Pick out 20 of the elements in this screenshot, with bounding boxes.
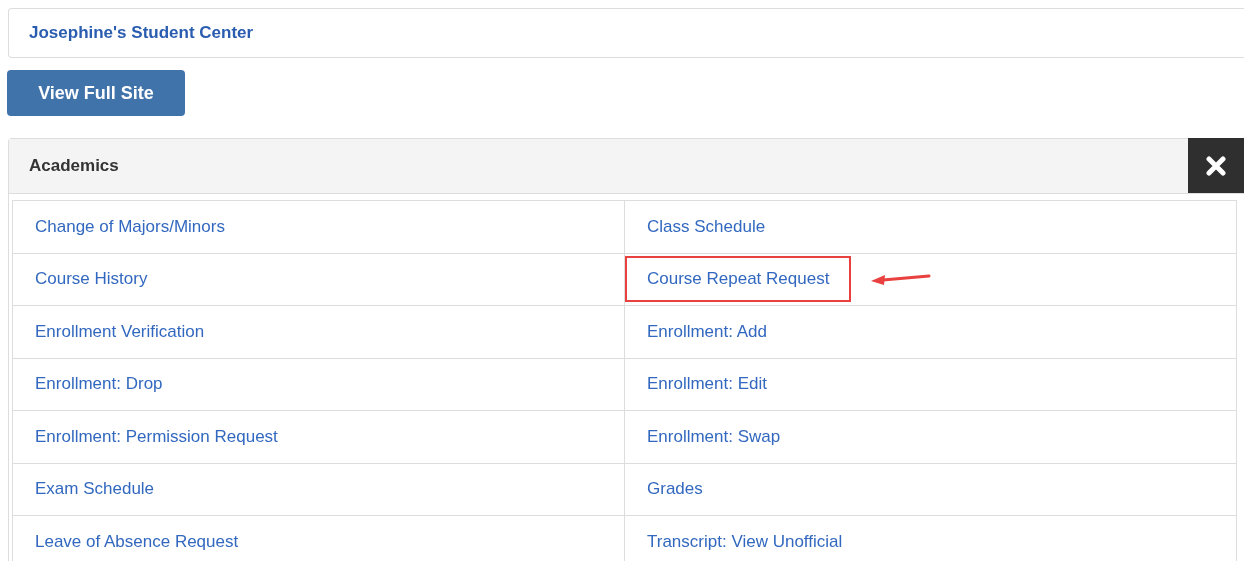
close-button[interactable] — [1188, 138, 1244, 193]
academics-link[interactable]: Course Repeat Request — [625, 256, 852, 303]
academics-link[interactable]: Change of Majors/Minors — [13, 203, 247, 250]
student-center-link[interactable]: Josephine's Student Center — [29, 23, 254, 43]
academics-link[interactable]: Enrollment Verification — [13, 308, 227, 355]
annotation-arrow — [869, 272, 932, 287]
academics-link[interactable]: Transcript: View Unofficial — [625, 518, 865, 561]
view-full-site-button[interactable]: View Full Site — [7, 70, 185, 116]
academics-link[interactable]: Grades — [625, 466, 725, 513]
academics-link[interactable]: Leave of Absence Request — [13, 518, 261, 561]
academics-link[interactable]: Exam Schedule — [13, 466, 177, 513]
academics-link[interactable]: Course History — [13, 256, 170, 303]
academics-link[interactable]: Enrollment: Swap — [625, 413, 803, 460]
academics-link[interactable]: Class Schedule — [625, 203, 788, 250]
academics-link[interactable]: Enrollment: Drop — [13, 361, 185, 408]
panel-title: Academics — [28, 156, 119, 176]
academics-link[interactable]: Enrollment: Edit — [625, 361, 789, 408]
academics-link[interactable]: Enrollment: Permission Request — [13, 413, 300, 460]
close-icon — [1206, 155, 1226, 176]
academics-link[interactable]: Enrollment: Add — [625, 308, 789, 355]
